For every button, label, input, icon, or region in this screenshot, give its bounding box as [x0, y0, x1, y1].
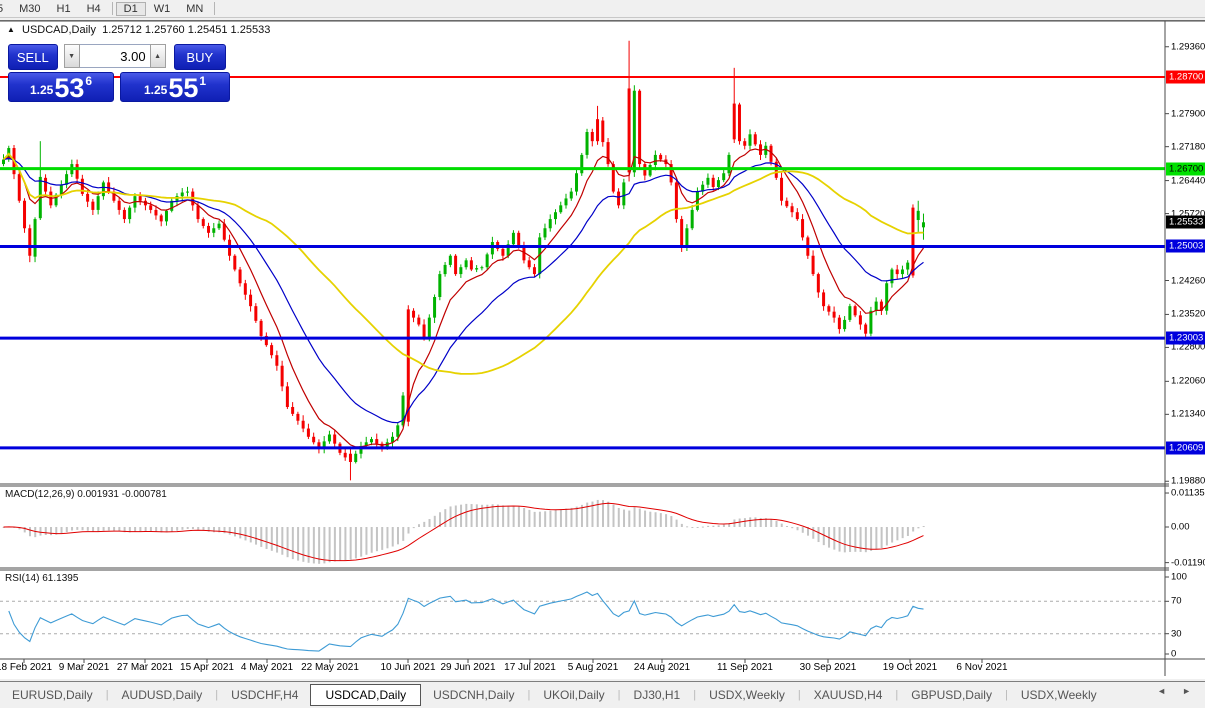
rsi-axis-label: 100	[1171, 572, 1187, 583]
price-axis-label: 1.27900	[1171, 108, 1205, 119]
chart-symbol-period: USDCAD,Daily	[22, 24, 96, 36]
volume-increase-button[interactable]: ▲	[150, 44, 166, 68]
date-axis-label: 30 Sep 2021	[800, 662, 857, 673]
price-level-tag: 1.26700	[1166, 162, 1205, 175]
sell-price-pip: 6	[85, 74, 92, 88]
tab-xauusd-h4[interactable]: XAUUSD,H4	[802, 686, 895, 704]
tab-scroll-arrows: ◄ ►	[1157, 686, 1191, 696]
timeframe-toolbar: 5M30H1H4 D1W1MN	[0, 0, 1205, 18]
buy-quote-button[interactable]: 1.25 55 1	[120, 72, 230, 102]
buy-price-pip: 1	[199, 74, 206, 88]
tab-usdcnh-daily[interactable]: USDCNH,Daily	[421, 686, 526, 704]
symbol-tab-bar: EURUSD,Daily|AUDUSD,Daily|USDCHF,H4USDCA…	[0, 681, 1205, 708]
macd-axis-label: 0.00	[1171, 522, 1190, 533]
tab-usdchf-h4[interactable]: USDCHF,H4	[219, 686, 310, 704]
buy-price-main: 1.25	[144, 83, 167, 97]
date-axis-label: 9 Mar 2021	[59, 662, 110, 673]
price-axis-label: 1.24260	[1171, 275, 1205, 286]
timeframe-button-w1[interactable]: W1	[146, 2, 179, 16]
sell-price-big: 53	[54, 76, 84, 101]
price-level-tag: 1.20609	[1166, 441, 1205, 454]
price-axis-label: 1.21340	[1171, 409, 1205, 420]
timeframe-button-m30[interactable]: M30	[11, 2, 48, 16]
tab-scroll-left-icon[interactable]: ◄	[1157, 686, 1166, 696]
date-axis-label: 4 May 2021	[241, 662, 293, 673]
price-axis-label: 1.26440	[1171, 175, 1205, 186]
tab-scroll-right-icon[interactable]: ►	[1182, 686, 1191, 696]
price-axis-label: 1.22060	[1171, 376, 1205, 387]
date-axis-label: 10 Jun 2021	[380, 662, 435, 673]
panel-collapse-icon[interactable]: ▲	[7, 25, 15, 34]
price-axis-label: 1.19880	[1171, 476, 1205, 487]
date-axis-label: 24 Aug 2021	[634, 662, 690, 673]
date-axis-label: 19 Oct 2021	[883, 662, 937, 673]
sell-quote-button[interactable]: 1.25 53 6	[8, 72, 114, 102]
tab-ukoil-daily[interactable]: UKOil,Daily	[531, 686, 616, 704]
tab-usdcad-daily[interactable]: USDCAD,Daily	[310, 684, 421, 706]
date-axis-label: 27 Mar 2021	[117, 662, 173, 673]
rsi-indicator-label: RSI(14) 61.1395	[5, 573, 78, 584]
buy-button[interactable]: BUY	[174, 44, 226, 70]
chart-ohlc-values: 1.25712 1.25760 1.25451 1.25533	[102, 24, 270, 36]
sell-button[interactable]: SELL	[8, 44, 58, 70]
macd-axis-label: 0.01135	[1171, 488, 1205, 499]
spin-up-icon: ▲	[154, 53, 161, 60]
volume-input[interactable]	[80, 44, 150, 68]
timeframe-button-h1[interactable]: H1	[49, 2, 79, 16]
timeframe-button-d1[interactable]: D1	[116, 2, 146, 16]
one-click-trading-panel: SELL ▼ ▲ BUY 1.25 53 6 1.25 55 1	[8, 44, 226, 102]
date-axis-label: 5 Aug 2021	[568, 662, 619, 673]
price-level-tag: 1.23003	[1166, 332, 1205, 345]
date-axis-label: 29 Jun 2021	[440, 662, 495, 673]
price-axis-label: 1.23520	[1171, 309, 1205, 320]
sell-price-main: 1.25	[30, 83, 53, 97]
tab-usdx-weekly[interactable]: USDX,Weekly	[697, 686, 797, 704]
date-axis-label: 18 Feb 2021	[0, 662, 52, 673]
tab-usdx-weekly[interactable]: USDX,Weekly	[1009, 686, 1109, 704]
rsi-axis-label: 0	[1171, 649, 1176, 660]
timeframe-button-5[interactable]: 5	[0, 2, 11, 16]
rsi-axis-label: 70	[1171, 596, 1182, 607]
date-axis-label: 17 Jul 2021	[504, 662, 556, 673]
toolbar-separator	[112, 2, 113, 15]
macd-indicator-label: MACD(12,26,9) 0.001931 -0.000781	[5, 489, 167, 500]
tab-dj30-h1[interactable]: DJ30,H1	[622, 686, 693, 704]
volume-decrease-button[interactable]: ▼	[64, 44, 80, 68]
buy-price-big: 55	[168, 76, 198, 101]
date-axis-label: 15 Apr 2021	[180, 662, 234, 673]
chart-surface[interactable]	[0, 22, 1165, 659]
date-axis-label: 22 May 2021	[301, 662, 359, 673]
rsi-axis-label: 30	[1171, 628, 1182, 639]
timeframe-button-mn[interactable]: MN	[178, 2, 211, 16]
tab-gbpusd-daily[interactable]: GBPUSD,Daily	[899, 686, 1004, 704]
price-axis-label: 1.29360	[1171, 41, 1205, 52]
date-axis-label: 6 Nov 2021	[956, 662, 1007, 673]
toolbar-separator	[214, 2, 215, 15]
spin-down-icon: ▼	[68, 53, 75, 60]
price-level-tag: 1.25003	[1166, 240, 1205, 253]
tab-eurusd-daily[interactable]: EURUSD,Daily	[0, 686, 105, 704]
date-axis-label: 11 Sep 2021	[717, 662, 773, 673]
chart-title: USDCAD,Daily 1.25712 1.25760 1.25451 1.2…	[22, 24, 270, 36]
price-level-tag: 1.28700	[1166, 71, 1205, 84]
price-axis-label: 1.27180	[1171, 141, 1205, 152]
tab-audusd-daily[interactable]: AUDUSD,Daily	[110, 686, 215, 704]
macd-axis-label: -0.01190	[1171, 557, 1205, 568]
timeframe-button-h4[interactable]: H4	[79, 2, 109, 16]
price-level-tag: 1.25533	[1166, 216, 1205, 229]
